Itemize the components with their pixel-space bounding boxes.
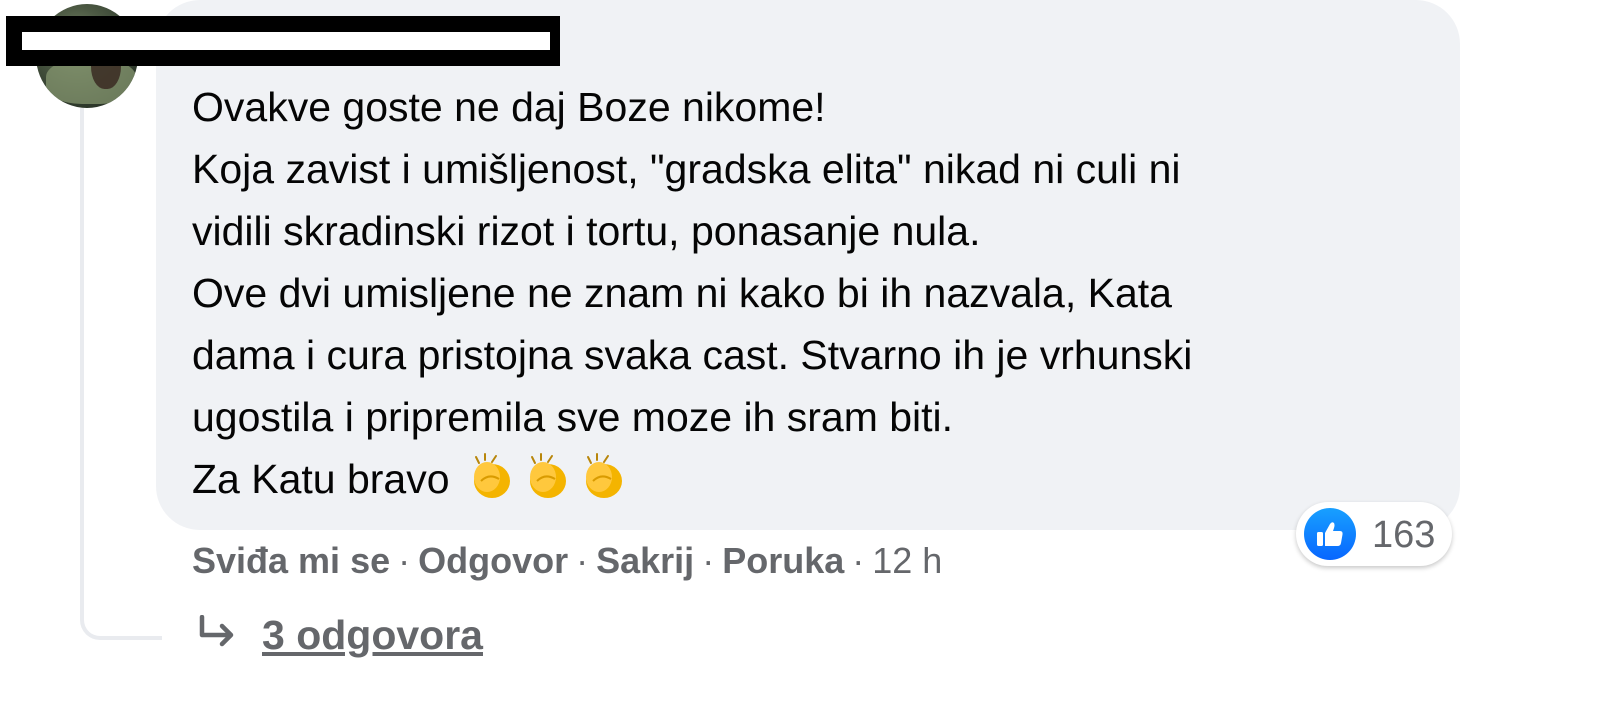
reply-button[interactable]: Odgovor — [418, 540, 568, 581]
thread-line — [80, 108, 162, 640]
clapping-hands-icon — [529, 453, 566, 498]
thumbs-up-icon — [1304, 508, 1356, 560]
redacted-author-name — [6, 16, 560, 66]
separator: · — [398, 540, 411, 581]
comment-line-last: Za Katu bravo — [192, 448, 1392, 510]
reaction-count: 163 — [1372, 514, 1436, 556]
view-replies-link[interactable]: 3 odgovora — [262, 612, 483, 658]
redaction-box — [22, 32, 550, 50]
comment-line: vidili skradinski rizot i tortu, ponasan… — [192, 208, 981, 254]
comment-text: Ovakve goste ne daj Boze nikome! Koja za… — [192, 76, 1392, 510]
comment-line: Ovakve goste ne daj Boze nikome! — [192, 84, 826, 130]
view-replies[interactable]: 3 odgovora — [196, 612, 483, 659]
reply-arrow-icon — [199, 615, 234, 647]
separator: · — [852, 540, 865, 581]
clapping-hands-icon — [585, 453, 622, 498]
separator: · — [702, 540, 715, 581]
comment-actions: Sviđa mi se · Odgovor · Sakrij · Poruka · 12 h — [192, 540, 942, 582]
hide-button[interactable]: Sakrij — [596, 540, 694, 581]
comment-line: dama i cura pristojna svaka cast. Stvarn… — [192, 332, 1193, 378]
clapping-hands-icon — [473, 453, 510, 498]
reaction-summary[interactable]: 163 — [1296, 502, 1452, 566]
comment-line: Koja zavist i umišljenost, "gradska elit… — [192, 146, 1181, 192]
like-button[interactable]: Sviđa mi se — [192, 540, 390, 581]
comment-line: Za Katu bravo — [192, 456, 450, 502]
message-button[interactable]: Poruka — [722, 540, 844, 581]
timestamp[interactable]: 12 h — [872, 540, 942, 581]
comment-line: ugostila i pripremila sve moze ih sram b… — [192, 394, 954, 440]
separator: · — [576, 540, 589, 581]
comment-line: Ove dvi umisljene ne znam ni kako bi ih … — [192, 270, 1172, 316]
